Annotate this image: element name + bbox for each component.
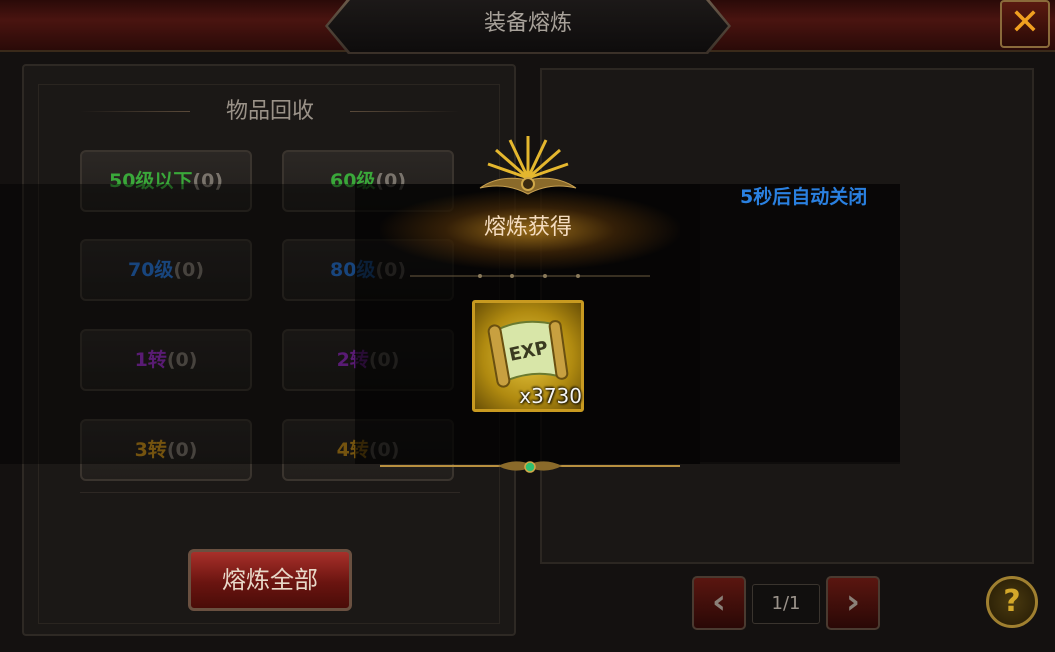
help-button[interactable]: ? bbox=[986, 576, 1038, 628]
close-icon: ✕ bbox=[1009, 2, 1041, 43]
arrow-left-icon: ‹ bbox=[711, 582, 726, 622]
auto-close-notice: 5秒后自动关闭 bbox=[740, 186, 868, 208]
recycle-title: 物品回收 bbox=[70, 92, 470, 132]
bottom-ornament bbox=[380, 461, 680, 473]
result-title: 熔炼获得 bbox=[483, 215, 572, 240]
divider bbox=[80, 492, 460, 493]
close-button[interactable]: ✕ bbox=[1000, 0, 1050, 48]
page-indicator: 1/1 bbox=[752, 584, 820, 624]
next-page-button[interactable]: › bbox=[826, 576, 880, 630]
arrow-right-icon: › bbox=[845, 582, 860, 622]
help-icon: ? bbox=[1003, 584, 1021, 619]
window-title: 装备熔炼 bbox=[483, 11, 572, 36]
crest-ornament bbox=[479, 136, 577, 195]
smelt-all-button[interactable]: 熔炼全部 bbox=[188, 549, 352, 611]
reward-item-count: x3730 bbox=[519, 384, 582, 408]
title-divider bbox=[410, 274, 650, 278]
prev-page-button[interactable]: ‹ bbox=[692, 576, 746, 630]
popup-backdrop-right bbox=[700, 184, 900, 462]
